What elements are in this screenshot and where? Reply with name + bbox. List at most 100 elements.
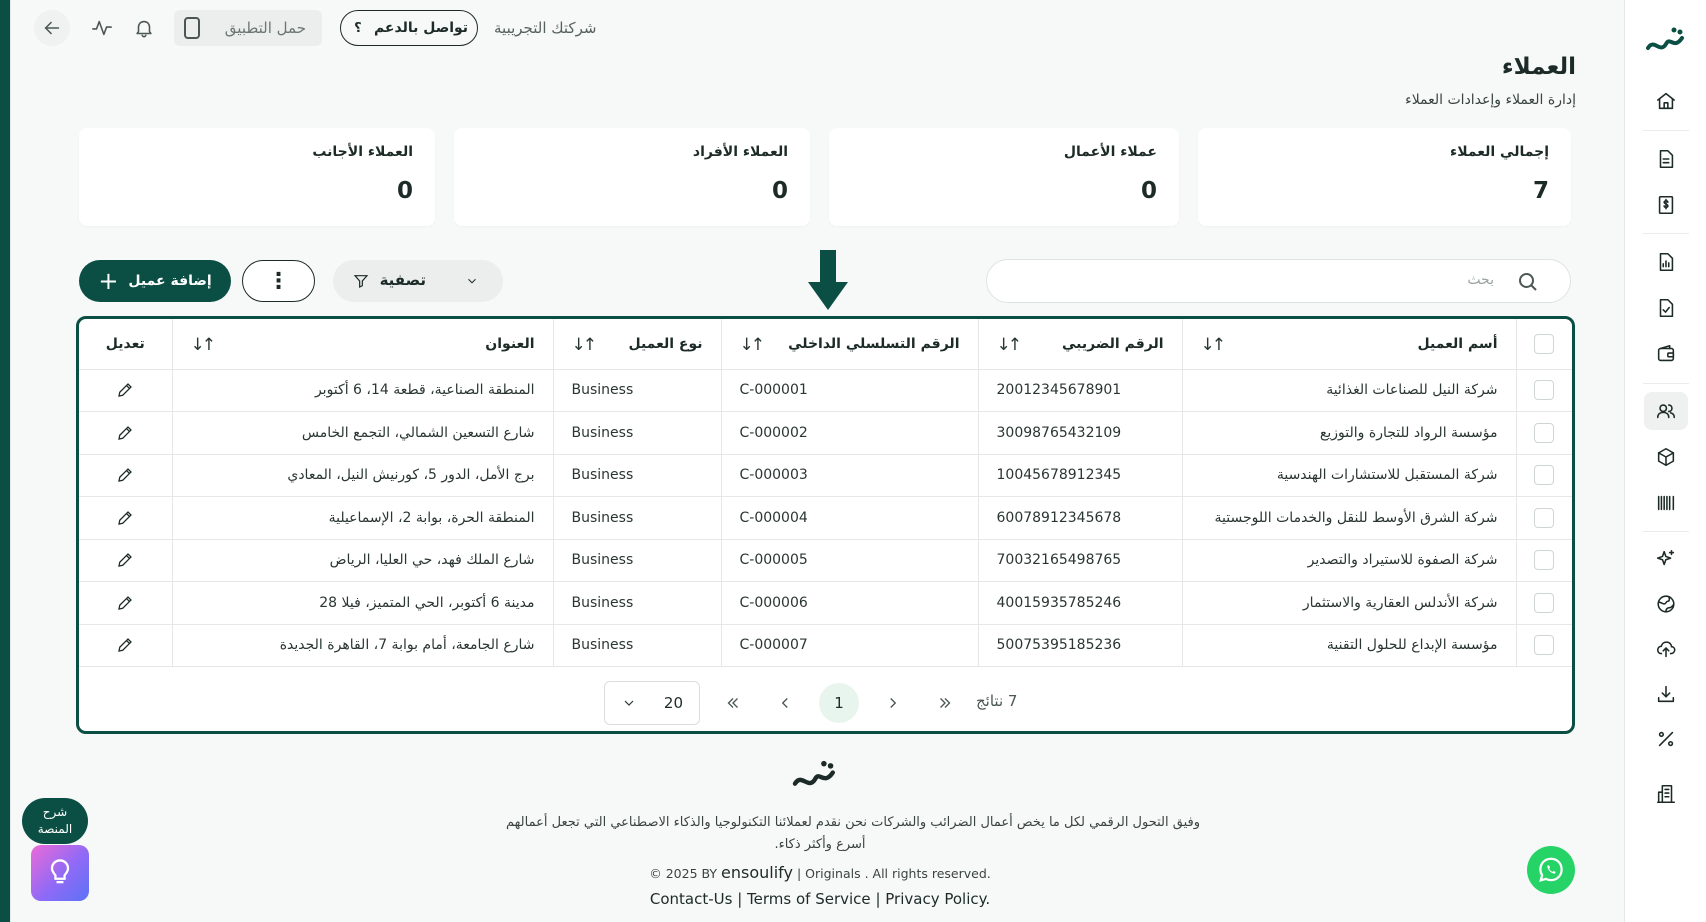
row-checkbox[interactable] [1516,496,1572,540]
home-icon[interactable] [1644,82,1688,120]
lightbulb-help-button[interactable] [31,845,89,901]
cell-name: شركة المستقبل للاستشارات الهندسية [1182,454,1517,497]
search-input[interactable]: بحث [986,259,1571,303]
customers-icon[interactable] [1644,392,1688,430]
row-checkbox[interactable] [1516,454,1572,497]
cell-tax: 50075395185236 [978,624,1183,667]
sort-icon[interactable]: ↑↓ [572,335,597,355]
edit-button[interactable] [79,581,173,625]
footer-link-privacy[interactable]: Privacy Policy. [885,890,990,908]
select-all-checkbox[interactable] [1516,319,1572,370]
left-edge-strip [0,0,11,922]
pencil-icon [116,510,134,526]
brand-logo[interactable] [1625,18,1706,66]
building-icon[interactable] [1644,775,1688,813]
stat-card-individuals: العملاء الأفراد 0 [454,128,810,226]
cell-name: مؤسسة الإبداع للحلول التقنية [1182,624,1517,667]
first-page-button[interactable] [713,683,753,723]
barcode-icon[interactable] [1644,484,1688,522]
prev-page-button[interactable] [765,683,805,723]
contact-support-button[interactable]: تواصل بالدعم ؟ [340,10,478,46]
chevrons-right-icon [940,698,951,708]
upload-cloud-icon[interactable] [1644,630,1688,668]
filter-button[interactable]: تصفية [333,260,503,302]
help-line: شرح [42,805,68,819]
edit-button[interactable] [79,454,173,497]
sort-icon[interactable]: ↑↓ [740,335,765,355]
search-placeholder: بحث [1467,272,1494,288]
edit-button[interactable] [79,496,173,540]
table-row: مؤسسة الرواد للتجارة والتوزيع 3009876543… [79,411,1572,455]
next-page-button[interactable] [873,683,913,723]
globe-icon[interactable] [1644,585,1688,623]
cell-name: شركة النيل للصناعات الغذائية [1182,369,1517,412]
whatsapp-button[interactable] [1527,846,1575,894]
chevron-right-icon [890,698,897,708]
wallet-icon[interactable] [1644,335,1688,373]
sort-icon[interactable]: ↑↓ [1201,335,1226,355]
more-options-button[interactable]: ⋮ [242,260,315,302]
stat-card-total: إجمالي العملاء 7 [1198,128,1571,226]
column-header-address[interactable]: العنوان ↑↓ [172,319,554,370]
stat-value: 0 [1140,178,1157,204]
edit-button[interactable] [79,411,173,455]
stat-label: العملاء الأفراد [692,144,788,160]
page-size-select[interactable]: 20 [604,681,700,725]
column-header-serial[interactable]: الرقم التسلسلي الداخلي ↑↓ [721,319,979,370]
cell-serial: C-000001 [721,369,979,412]
cell-name: شركة الأندلس العقارية والاستثمار [1182,581,1517,625]
copyright-suffix: | Originals . All rights reserved. [796,866,991,881]
contact-support-label: تواصل بالدعم [373,20,469,36]
sort-icon[interactable]: ↑↓ [997,335,1022,355]
stat-label: العملاء الأجانب [312,144,413,160]
document-check-icon[interactable] [1644,289,1688,327]
stat-value: 0 [396,178,413,204]
row-checkbox[interactable] [1516,624,1572,667]
mobile-phone-icon [184,17,200,39]
activity-icon[interactable] [90,16,114,40]
edit-button[interactable] [79,539,173,582]
column-header-tax[interactable]: الرقم الضريبي ↑↓ [978,319,1183,370]
edit-button[interactable] [79,624,173,667]
invoice-dollar-icon[interactable] [1644,186,1688,224]
ai-sparkle-icon[interactable] [1644,540,1688,578]
whatsapp-icon [1539,857,1563,882]
edit-button[interactable] [79,369,173,412]
last-page-button[interactable] [925,683,965,723]
cell-type: Business [553,454,722,497]
row-checkbox[interactable] [1516,581,1572,625]
row-checkbox[interactable] [1516,411,1572,455]
bell-icon[interactable] [132,16,156,40]
company-name[interactable]: شركتك التجريبية [494,10,596,46]
add-customer-button[interactable]: إضافة عميل + [79,260,231,302]
sort-icon[interactable]: ↑↓ [191,335,216,355]
report-chart-icon[interactable] [1644,243,1688,281]
cell-address: شارع الجامعة، أمام بوابة 7، القاهرة الجد… [172,624,554,667]
chevron-down-icon [624,700,634,706]
footer-links: Contact-Us | Terms of Service | Privacy … [620,890,1020,908]
download-app-button[interactable]: حمل التطبيق [174,10,322,46]
table-header-row: أسم العميل ↑↓ الرقم الضريبي ↑↓ الرقم التسل… [79,319,1572,370]
stat-label: عملاء الأعمال [1063,144,1157,160]
download-icon[interactable] [1644,675,1688,713]
back-arrow-icon[interactable] [34,10,70,46]
cell-serial: C-000005 [721,539,979,582]
percent-icon[interactable] [1644,720,1688,758]
document-icon[interactable] [1644,140,1688,178]
row-checkbox[interactable] [1516,539,1572,582]
row-checkbox[interactable] [1516,369,1572,412]
footer-copyright: © 2025 BY ensoulify | Originals . All ri… [620,863,1020,882]
page-number-current[interactable]: 1 [819,683,859,723]
column-header-type[interactable]: نوع العميل ↑↓ [553,319,722,370]
footer-tagline-line: وفيق التحول الرقمي لكل ما يخص أعمال الضر… [506,815,1200,830]
results-count: 7 نتائج [976,692,1018,710]
footer-link-contact[interactable]: Contact-Us [650,890,733,908]
column-header-name[interactable]: أسم العميل ↑↓ [1182,319,1517,370]
platform-guide-bubble[interactable]: شرح المنصة [22,798,88,844]
customers-table: أسم العميل ↑↓ الرقم الضريبي ↑↓ الرقم التسل… [76,316,1575,734]
products-box-icon[interactable] [1644,438,1688,476]
cell-tax: 70032165498765 [978,539,1183,582]
stat-value: 0 [771,178,788,204]
footer-brand[interactable]: ensoulify [721,863,793,882]
footer-link-terms[interactable]: Terms of Service [747,890,871,908]
